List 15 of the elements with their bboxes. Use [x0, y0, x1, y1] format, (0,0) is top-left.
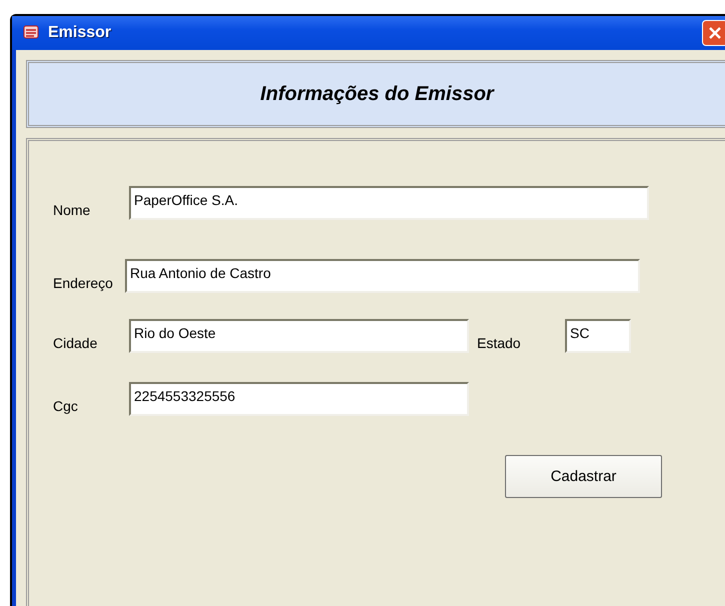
field-label: Cgc [52, 398, 79, 414]
window-title: Emissor [48, 24, 112, 42]
input-field[interactable]: PaperOffice S.A. [129, 186, 649, 220]
input-field[interactable]: Rio do Oeste [129, 319, 469, 353]
field-label: Cidade [52, 335, 98, 351]
input-field[interactable]: SC [565, 319, 631, 353]
header-title: Informações do Emissor [260, 82, 494, 106]
close-icon [707, 25, 723, 41]
field-label: Estado [476, 335, 522, 351]
field-label: Endereço [52, 275, 114, 291]
input-field[interactable]: 2254553325556 [129, 382, 469, 416]
input-field[interactable]: Rua Antonio de Castro [125, 259, 640, 293]
field-label: Nome [52, 202, 92, 218]
submit-button[interactable]: Cadastrar [505, 455, 662, 498]
close-button[interactable] [702, 20, 725, 46]
